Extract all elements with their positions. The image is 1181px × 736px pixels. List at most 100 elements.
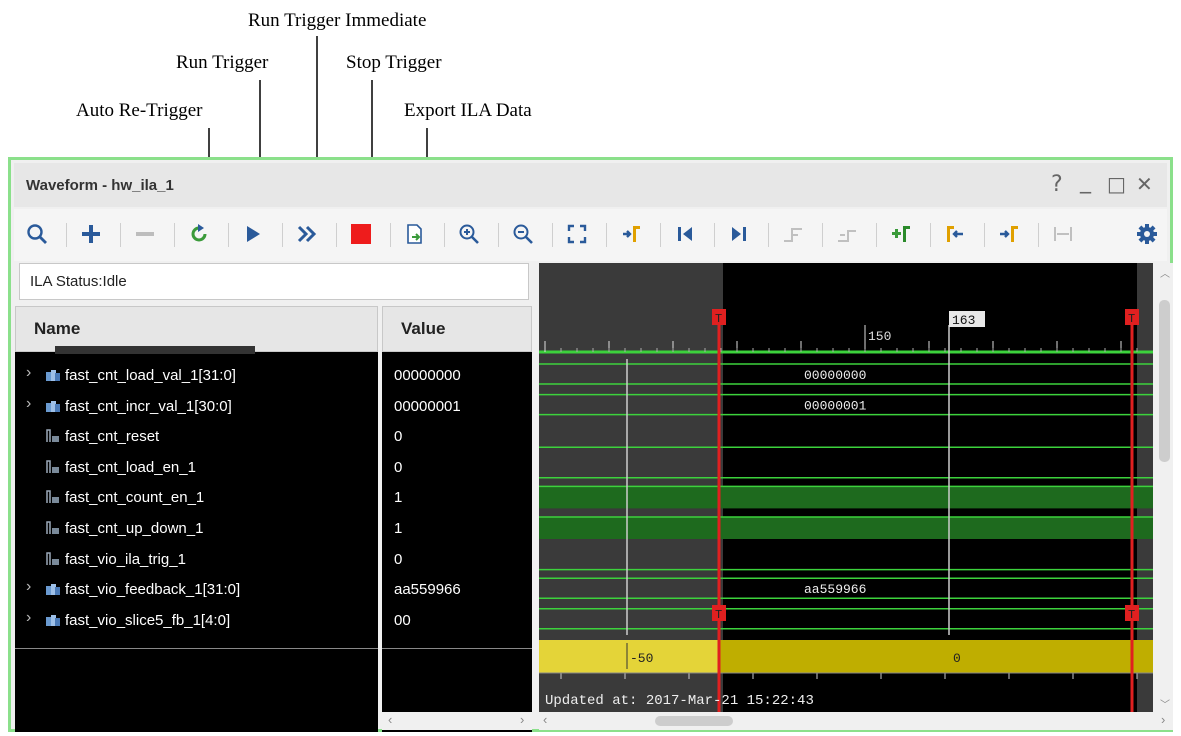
signal-name: fast_cnt_reset bbox=[65, 428, 160, 446]
stop-trigger-icon[interactable] bbox=[344, 217, 378, 251]
signal-value: 00000000 bbox=[394, 367, 461, 384]
value-row: 1 bbox=[382, 513, 532, 543]
bus-signal-icon bbox=[46, 584, 60, 596]
zoom-out-icon[interactable] bbox=[506, 217, 540, 251]
toolbar-separator bbox=[390, 223, 391, 247]
scroll-right-icon[interactable]: › bbox=[520, 712, 524, 727]
waveform-svg: 150 00000000 00000001 aa559966 -50 0 163 T T T T Up… bbox=[539, 263, 1153, 712]
scroll-down-icon[interactable]: ﹀ bbox=[1160, 696, 1170, 711]
prev-marker-icon[interactable] bbox=[938, 217, 972, 251]
toolbar bbox=[14, 209, 1167, 261]
vertical-scrollbar[interactable]: ︿ ﹀ bbox=[1156, 263, 1173, 712]
signal-value: 00000001 bbox=[394, 397, 461, 415]
bus-value-label: 00000000 bbox=[804, 368, 866, 383]
next-transition-icon[interactable] bbox=[830, 217, 864, 251]
toolbar-separator bbox=[984, 223, 985, 247]
zoom-in-icon[interactable] bbox=[452, 217, 486, 251]
scroll-left-icon[interactable]: ‹ bbox=[543, 712, 547, 727]
trigger-marker-label: T bbox=[1128, 608, 1135, 622]
run-trigger-immediate-icon[interactable] bbox=[290, 217, 324, 251]
signal-value: aa559966 bbox=[394, 581, 461, 599]
help-button[interactable]: ? bbox=[1051, 172, 1063, 197]
goto-start-icon[interactable] bbox=[668, 217, 702, 251]
value-row: 0 bbox=[382, 544, 532, 574]
add-icon[interactable] bbox=[74, 217, 108, 251]
close-button[interactable]: ✕ bbox=[1136, 172, 1153, 196]
scroll-up-icon[interactable]: ︿ bbox=[1160, 265, 1170, 280]
expand-chevron-icon[interactable]: › bbox=[26, 609, 31, 627]
value-horizontal-scrollbar[interactable]: ‹ › bbox=[382, 712, 532, 730]
waveform-horizontal-scrollbar[interactable]: ‹ › bbox=[539, 712, 1173, 730]
add-marker-icon[interactable] bbox=[884, 217, 918, 251]
toolbar-separator bbox=[336, 223, 337, 247]
horizontal-scroll-thumb[interactable] bbox=[655, 716, 733, 726]
settings-icon[interactable] bbox=[1130, 217, 1164, 251]
zoom-fit-icon[interactable] bbox=[560, 217, 594, 251]
signal-row[interactable]: › fast_vio_slice5_fb_1[4:0] bbox=[15, 605, 378, 635]
toolbar-separator bbox=[714, 223, 715, 247]
bus-value-label: 00000001 bbox=[804, 399, 867, 414]
sample-label: 0 bbox=[953, 651, 961, 666]
scroll-left-icon[interactable]: ‹ bbox=[388, 712, 392, 727]
auto-retrigger-icon[interactable] bbox=[182, 217, 216, 251]
window-title: Waveform - hw_ila_1 bbox=[26, 177, 174, 194]
signal-row[interactable]: fast_cnt_reset bbox=[15, 421, 378, 451]
value-row: 1 bbox=[382, 482, 532, 512]
toolbar-separator bbox=[552, 223, 553, 247]
swap-cursors-icon[interactable] bbox=[1046, 217, 1080, 251]
vertical-scroll-thumb[interactable] bbox=[1159, 300, 1170, 462]
toolbar-separator bbox=[1038, 223, 1039, 247]
signal-name: fast_cnt_count_en_1 bbox=[65, 489, 205, 507]
prev-transition-icon[interactable] bbox=[776, 217, 810, 251]
waveform-canvas[interactable]: 150 00000000 00000001 aa559966 -50 0 163 T T T T Up… bbox=[539, 263, 1153, 712]
value-row: 0 bbox=[382, 421, 532, 451]
value-row: 00000001 bbox=[382, 391, 532, 421]
toolbar-separator bbox=[66, 223, 67, 247]
minimize-button[interactable]: _ bbox=[1080, 169, 1091, 194]
signal-name: fast_cnt_incr_val_1[30:0] bbox=[65, 397, 232, 415]
toolbar-separator bbox=[120, 223, 121, 247]
remove-icon[interactable] bbox=[128, 217, 162, 251]
waveform-window: Waveform - hw_ila_1 ? _ □ ✕ ILA Status:I… bbox=[8, 157, 1173, 732]
toolbar-separator bbox=[228, 223, 229, 247]
ruler-label: 150 bbox=[868, 329, 891, 344]
signal-value: 1 bbox=[394, 520, 403, 537]
expand-chevron-icon[interactable]: › bbox=[26, 395, 31, 413]
goto-end-icon[interactable] bbox=[722, 217, 756, 251]
signal-name: fast_vio_feedback_1[31:0] bbox=[65, 581, 241, 599]
signal-name: fast_vio_slice5_fb_1[4:0] bbox=[65, 611, 231, 629]
high-level-fill bbox=[539, 486, 1153, 509]
signal-row[interactable]: fast_cnt_load_en_1 bbox=[15, 452, 378, 482]
value-column-header[interactable]: Value bbox=[382, 306, 532, 352]
next-marker-icon[interactable] bbox=[992, 217, 1026, 251]
sample-bar-pre bbox=[539, 640, 719, 673]
signal-name: fast_cnt_load_val_1[31:0] bbox=[65, 367, 236, 384]
list-divider bbox=[382, 648, 532, 649]
expand-chevron-icon[interactable]: › bbox=[26, 578, 31, 596]
sample-label: -50 bbox=[630, 651, 653, 666]
bus-signal-icon bbox=[46, 400, 60, 412]
goto-cursor-icon[interactable] bbox=[614, 217, 648, 251]
expand-chevron-icon[interactable]: › bbox=[26, 364, 31, 382]
bit-signal-icon bbox=[46, 429, 59, 443]
export-icon[interactable] bbox=[398, 217, 432, 251]
partial-row bbox=[55, 346, 255, 354]
signal-row[interactable]: fast_vio_ila_trig_1 bbox=[15, 544, 378, 574]
signal-row[interactable]: › fast_cnt_load_val_1[31:0] bbox=[15, 360, 378, 390]
signal-row[interactable]: › fast_cnt_incr_val_1[30:0] bbox=[15, 391, 378, 421]
signal-row[interactable]: fast_cnt_count_en_1 bbox=[15, 482, 378, 512]
maximize-button[interactable]: □ bbox=[1107, 172, 1126, 196]
bit-signal-icon bbox=[46, 460, 59, 473]
signal-row[interactable]: fast_cnt_up_down_1 bbox=[15, 513, 378, 543]
toolbar-separator bbox=[282, 223, 283, 247]
search-icon[interactable] bbox=[20, 217, 54, 251]
list-divider bbox=[15, 648, 378, 649]
toolbar-separator bbox=[444, 223, 445, 247]
value-row: 00 bbox=[382, 605, 532, 635]
signal-row[interactable]: › fast_vio_feedback_1[31:0] bbox=[15, 574, 378, 604]
run-trigger-icon[interactable] bbox=[236, 217, 270, 251]
bus-signal-icon bbox=[46, 370, 60, 381]
toolbar-separator bbox=[660, 223, 661, 247]
scroll-right-icon[interactable]: › bbox=[1161, 712, 1165, 727]
bit-signal-icon bbox=[46, 490, 59, 504]
